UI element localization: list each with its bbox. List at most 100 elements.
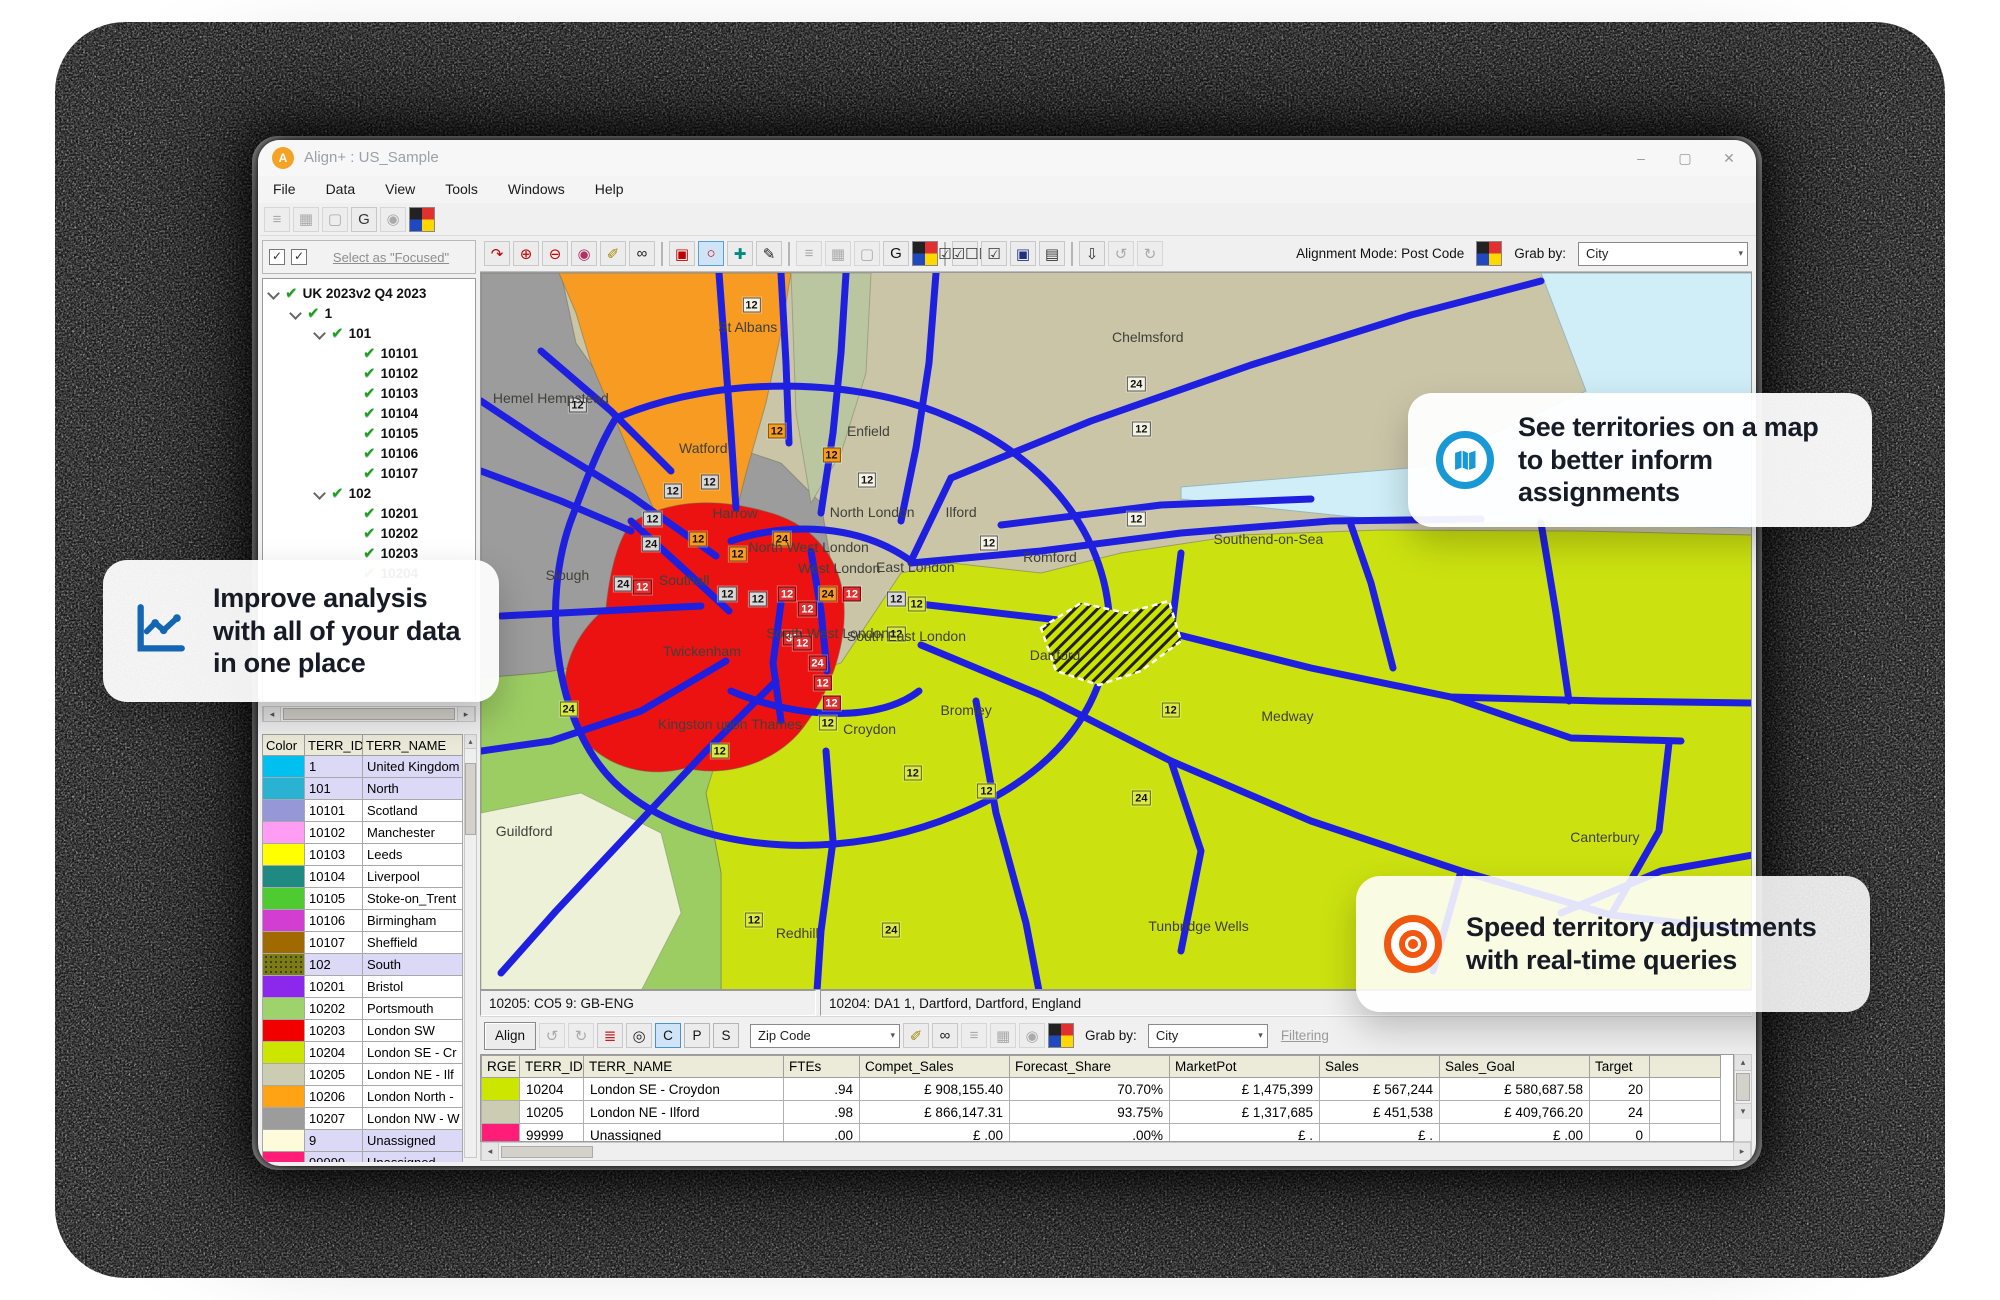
tree-view-icon[interactable]: ≡ — [796, 241, 822, 266]
chevron-down-icon[interactable] — [289, 307, 302, 320]
legend-color-swatch[interactable] — [263, 976, 305, 998]
report-view-icon[interactable]: ▦ — [990, 1023, 1016, 1048]
col-forecast-share[interactable]: Forecast_Share — [1010, 1056, 1170, 1078]
legend-color-swatch[interactable] — [263, 1064, 305, 1086]
legend-row[interactable]: 10106 Birmingham — [263, 910, 463, 932]
marquee-select-icon[interactable]: ▣ — [669, 241, 695, 266]
legend-row[interactable]: 10103 Leeds — [263, 844, 463, 866]
save-icon[interactable]: ▣ — [1010, 241, 1036, 266]
legend-row[interactable]: 10207 London NW - W — [263, 1108, 463, 1130]
scrollbar-thumb[interactable] — [1736, 1073, 1750, 1101]
legend-header-color[interactable]: Color — [263, 735, 305, 756]
scroll-left-icon[interactable]: ◂ — [481, 1143, 499, 1160]
legend-row[interactable]: 10107 Sheffield — [263, 932, 463, 954]
territory-colors-icon[interactable] — [409, 207, 435, 232]
grab-by-select[interactable]: City ▾ — [1148, 1024, 1268, 1048]
tree-item[interactable]: ✔ 102 — [263, 483, 475, 503]
erase-icon[interactable]: ✐ — [600, 241, 626, 266]
scrollbar-thumb[interactable] — [465, 763, 476, 835]
legend-color-swatch[interactable] — [263, 844, 305, 866]
legend-color-swatch[interactable] — [263, 998, 305, 1020]
legend-color-swatch[interactable] — [263, 1020, 305, 1042]
menu-item[interactable]: Tools — [430, 176, 493, 203]
col-terr-id[interactable]: TERR_ID — [520, 1056, 584, 1078]
col-target[interactable]: Target — [1590, 1056, 1650, 1078]
tree-item[interactable]: ✔ 10104 — [263, 403, 475, 423]
find-icon[interactable]: ∞ — [932, 1023, 958, 1048]
col-compet-sales[interactable]: Compet_Sales — [860, 1056, 1010, 1078]
close-button[interactable]: ✕ — [1720, 150, 1738, 167]
legend-row[interactable]: 101 North — [263, 778, 463, 800]
tree-item[interactable]: ✔ 10106 — [263, 443, 475, 463]
legend-row[interactable]: 10205 London NE - Ilf — [263, 1064, 463, 1086]
table-vertical-scrollbar[interactable]: ▴ ▾ — [1734, 1054, 1752, 1142]
legend-row[interactable]: 9 Unassigned — [263, 1130, 463, 1152]
print-icon[interactable]: ▤ — [1039, 241, 1065, 266]
sales-button[interactable]: S — [713, 1023, 739, 1048]
legend-row[interactable]: 1 United Kingdom — [263, 756, 463, 778]
minimize-button[interactable]: – — [1632, 150, 1650, 166]
chevron-down-icon[interactable] — [313, 327, 326, 340]
erase-icon[interactable]: ✐ — [903, 1023, 929, 1048]
scrollbar-thumb[interactable] — [501, 1146, 593, 1158]
legend-color-swatch[interactable] — [263, 866, 305, 888]
legend-row[interactable]: 10204 London SE - Cr — [263, 1042, 463, 1064]
legend-color-swatch[interactable] — [263, 822, 305, 844]
multi-check-icon[interactable]: ☑☑☐☐ — [952, 241, 978, 266]
align-button[interactable]: Align — [484, 1022, 536, 1050]
select-as-focused-link[interactable]: Select as "Focused" — [313, 250, 469, 265]
zoom-out-icon[interactable]: ⊖ — [542, 241, 568, 266]
col-sales-goal[interactable]: Sales_Goal — [1440, 1056, 1590, 1078]
tree-item[interactable]: ✔ 10103 — [263, 383, 475, 403]
legend-row[interactable]: 10203 London SW — [263, 1020, 463, 1042]
legend-color-swatch[interactable] — [263, 888, 305, 910]
legend-row[interactable]: 10206 London North - — [263, 1086, 463, 1108]
redo-icon[interactable]: ↻ — [568, 1023, 594, 1048]
legend-color-swatch[interactable] — [263, 778, 305, 800]
legend-row[interactable]: 102 South — [263, 954, 463, 976]
select-children-checkbox[interactable]: ✓ — [291, 249, 307, 265]
tree-item[interactable]: ✔ 10105 — [263, 423, 475, 443]
pan-arrow-icon[interactable]: ↷ — [484, 241, 510, 266]
tree-item[interactable]: ✔ 10201 — [263, 503, 475, 523]
scroll-up-icon[interactable]: ▴ — [465, 735, 476, 749]
territory-colors-icon[interactable] — [912, 241, 938, 266]
legend-row[interactable]: 10102 Manchester — [263, 822, 463, 844]
scroll-right-icon[interactable]: ▸ — [457, 707, 475, 721]
report-view-icon[interactable]: ▦ — [825, 241, 851, 266]
globe-icon[interactable]: ◉ — [1019, 1023, 1045, 1048]
menu-item[interactable]: File — [258, 176, 311, 203]
scroll-up-icon[interactable]: ▴ — [1735, 1055, 1751, 1071]
tree-item[interactable]: ✔ 10202 — [263, 523, 475, 543]
tree-item[interactable]: ✔ UK 2023v2 Q4 2023 — [263, 283, 475, 303]
tree-item[interactable]: ✔ 10102 — [263, 363, 475, 383]
chevron-down-icon[interactable] — [267, 287, 280, 300]
find-icon[interactable]: ∞ — [629, 241, 655, 266]
filtering-link[interactable]: Filtering — [1281, 1028, 1329, 1043]
tree-view-icon[interactable]: ≡ — [961, 1023, 987, 1048]
grab-by-select[interactable]: City ▾ — [1578, 242, 1748, 266]
legend-row[interactable]: 10105 Stoke-on_Trent — [263, 888, 463, 910]
legend-color-swatch[interactable] — [263, 1152, 305, 1163]
legend-color-swatch[interactable] — [263, 954, 305, 976]
circle-select-icon[interactable]: ○ — [698, 241, 724, 266]
col-terr-name[interactable]: TERR_NAME — [584, 1056, 784, 1078]
tree-item[interactable]: ✔ 10101 — [263, 343, 475, 363]
legend-header-terrid[interactable]: TERR_ID — [305, 735, 363, 756]
query-list-icon[interactable]: ≣ — [597, 1023, 623, 1048]
zoom-area-icon[interactable]: ◉ — [571, 241, 597, 266]
grab-icon[interactable]: ✚ — [727, 241, 753, 266]
draw-icon[interactable]: ✎ — [756, 241, 782, 266]
window-view-icon[interactable]: ▢ — [322, 207, 348, 232]
col-sales[interactable]: Sales — [1320, 1056, 1440, 1078]
territory-colors-icon[interactable] — [1048, 1023, 1074, 1048]
legend-color-swatch[interactable] — [263, 1086, 305, 1108]
tree-item[interactable]: ✔ 101 — [263, 323, 475, 343]
table-horizontal-scrollbar[interactable]: ◂ ▸ — [480, 1142, 1752, 1161]
geocode-icon[interactable]: G — [351, 207, 377, 232]
globe-icon[interactable]: ◉ — [380, 207, 406, 232]
legend-color-swatch[interactable] — [263, 1130, 305, 1152]
chevron-down-icon[interactable] — [313, 487, 326, 500]
legend-color-swatch[interactable] — [263, 932, 305, 954]
legend-row[interactable]: 10202 Portsmouth — [263, 998, 463, 1020]
